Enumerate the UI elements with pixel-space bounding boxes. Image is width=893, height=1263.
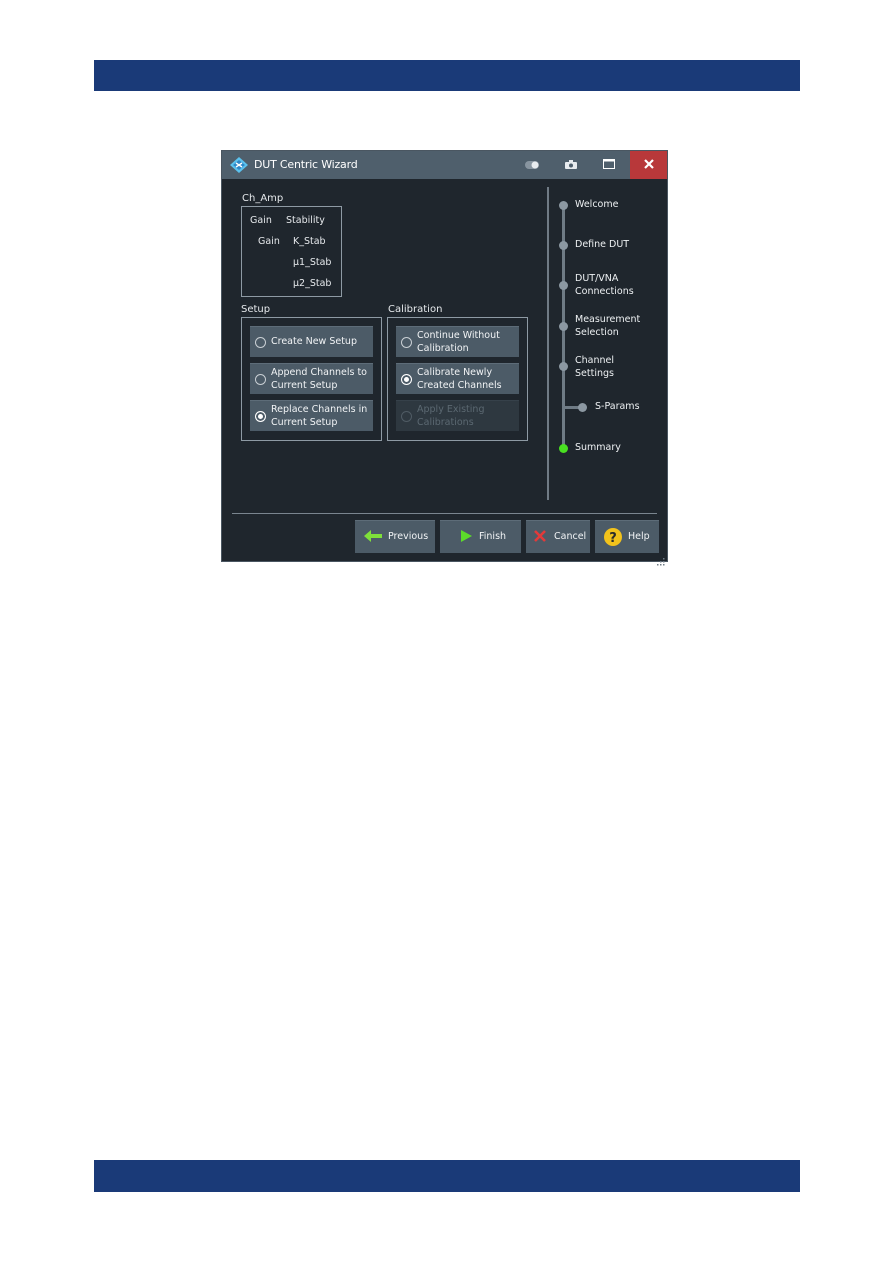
svg-text:?: ? <box>609 531 617 546</box>
step-dot <box>559 281 568 290</box>
close-button[interactable] <box>630 151 667 179</box>
radio-button[interactable] <box>401 337 412 348</box>
cancel-x-icon <box>534 530 546 545</box>
help-button[interactable]: ? Help <box>595 520 659 553</box>
maximize-icon <box>603 158 615 172</box>
radio-button-selected[interactable] <box>401 374 412 385</box>
step-label: Summary <box>575 442 621 453</box>
step-dot <box>559 241 568 250</box>
page-header-band <box>94 60 800 91</box>
setup-group-label: Setup <box>241 304 271 315</box>
finish-button[interactable]: Finish <box>440 520 521 553</box>
setup-option-replace-channels[interactable]: Replace Channels in Current Setup <box>250 400 373 431</box>
radio-button[interactable] <box>255 337 266 348</box>
step-dot <box>578 403 587 412</box>
step-label: Measurement Selection <box>575 314 641 338</box>
toggle-icon <box>525 159 539 172</box>
option-label: Create New Setup <box>271 336 357 347</box>
stability-item: K_Stab <box>293 236 326 247</box>
previous-button[interactable]: Previous <box>355 520 435 553</box>
button-label: Help <box>628 531 650 542</box>
button-bar-separator <box>232 513 657 514</box>
step-dot <box>559 362 568 371</box>
radio-button-disabled <box>401 411 412 422</box>
navigation-divider <box>547 187 549 500</box>
wizard-content: Ch_Amp Gain Stability Gain K_Stab μ1_Sta… <box>222 179 667 566</box>
stability-item: μ1_Stab <box>293 257 332 268</box>
gain-item: Gain <box>258 236 280 247</box>
window-title: DUT Centric Wizard <box>254 158 358 171</box>
step-label: DUT/VNA Connections <box>575 273 634 297</box>
step-label: S-Params <box>595 401 640 412</box>
arrow-left-icon <box>364 530 382 545</box>
stability-item: μ2_Stab <box>293 278 332 289</box>
step-label: Welcome <box>575 199 619 210</box>
channel-summary-box: Gain Stability Gain K_Stab μ1_Stab μ2_St… <box>241 206 342 297</box>
step-label: Define DUT <box>575 239 630 250</box>
stability-header: Stability <box>286 215 325 226</box>
step-dot <box>559 322 568 331</box>
button-label: Previous <box>388 531 429 542</box>
maximize-button[interactable] <box>590 151 628 179</box>
play-icon <box>461 530 472 545</box>
setup-option-append-channels[interactable]: Append Channels to Current Setup <box>250 363 373 394</box>
button-label: Finish <box>479 531 507 542</box>
channel-name: Ch_Amp <box>242 193 284 204</box>
radio-button[interactable] <box>255 374 266 385</box>
option-label: Append Channels to Current Setup <box>271 367 367 391</box>
screenshot-button[interactable] <box>552 151 590 179</box>
calibration-group-label: Calibration <box>388 304 443 315</box>
page-footer-band <box>94 1160 800 1192</box>
step-label: Channel Settings <box>575 355 615 379</box>
title-bar[interactable]: DUT Centric Wizard <box>222 151 667 179</box>
rs-logo-icon <box>230 157 248 173</box>
gain-header: Gain <box>250 215 272 226</box>
setup-option-create-new[interactable]: Create New Setup <box>250 326 373 357</box>
step-dot <box>559 201 568 210</box>
close-icon <box>643 158 654 172</box>
cancel-button[interactable]: Cancel <box>526 520 590 553</box>
calibration-option-continue-without[interactable]: Continue Without Calibration <box>396 326 519 357</box>
option-label: Apply Existing Calibrations <box>417 404 485 428</box>
dut-centric-wizard-dialog: DUT Centric Wizard Ch_Amp Gain Stability… <box>221 150 668 566</box>
option-label: Continue Without Calibration <box>417 330 500 354</box>
calibration-option-apply-existing: Apply Existing Calibrations <box>396 400 519 431</box>
option-label: Replace Channels in Current Setup <box>271 404 368 428</box>
step-dot-active <box>559 444 568 453</box>
toggle-button[interactable] <box>513 151 551 179</box>
resize-grip-icon[interactable] <box>657 551 665 566</box>
button-label: Cancel <box>554 531 587 542</box>
camera-icon <box>565 159 577 172</box>
radio-button-selected[interactable] <box>255 411 266 422</box>
option-label: Calibrate Newly Created Channels <box>417 367 502 391</box>
help-icon: ? <box>604 528 622 549</box>
calibration-option-calibrate-new[interactable]: Calibrate Newly Created Channels <box>396 363 519 394</box>
